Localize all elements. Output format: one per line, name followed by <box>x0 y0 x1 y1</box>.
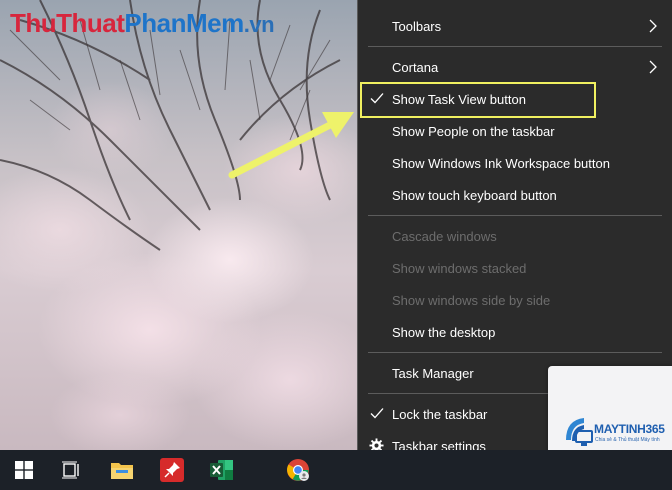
maytinh365-brand: MAYTINH365 <box>594 422 665 436</box>
menu-item-label: Show People on the taskbar <box>392 123 555 139</box>
menu-item-label: Lock the taskbar <box>392 406 488 422</box>
windows-logo-icon <box>15 461 33 479</box>
menu-separator <box>368 352 662 353</box>
task-view-button[interactable] <box>48 450 96 490</box>
taskbar-app-pinned[interactable] <box>148 450 196 490</box>
taskbar-app-excel[interactable] <box>198 450 246 490</box>
chrome-icon <box>287 459 309 481</box>
pushpin-app-icon <box>160 458 184 482</box>
menu-item-toolbars[interactable]: Toolbars <box>358 11 672 41</box>
menu-item-show-people[interactable]: Show People on the taskbar <box>358 116 672 146</box>
menu-item-label: Cascade windows <box>392 228 497 244</box>
taskbar <box>0 450 672 490</box>
menu-item-label: Show Windows Ink Workspace button <box>392 155 610 171</box>
folder-icon <box>111 463 133 479</box>
pointer-arrow-annotation <box>228 112 354 179</box>
excel-icon <box>210 460 233 480</box>
menu-separator <box>368 46 662 47</box>
menu-item-label: Show the desktop <box>392 324 496 340</box>
maytinh365-tagline: Chia sẻ & Thủ thuật Máy tính <box>595 437 660 443</box>
task-view-icon <box>62 461 79 479</box>
maytinh365-logo-icon <box>566 418 593 446</box>
check-icon <box>370 408 384 419</box>
menu-item-label: Show windows side by side <box>392 292 551 308</box>
menu-item-show-windows-stacked: Show windows stacked <box>358 253 672 283</box>
menu-item-cortana[interactable]: Cortana <box>358 52 672 82</box>
menu-item-show-windows-side-by-side: Show windows side by side <box>358 285 672 315</box>
taskbar-app-chrome[interactable] <box>274 450 322 490</box>
menu-item-show-ink-workspace[interactable]: Show Windows Ink Workspace button <box>358 148 672 178</box>
menu-item-cascade-windows: Cascade windows <box>358 221 672 251</box>
taskbar-app-file-explorer[interactable] <box>98 450 146 490</box>
menu-item-label: Toolbars <box>392 18 442 34</box>
start-button[interactable] <box>0 450 48 490</box>
highlight-box-annotation <box>360 82 596 118</box>
menu-item-label: Show windows stacked <box>392 260 527 276</box>
menu-separator <box>368 215 662 216</box>
menu-item-label: Task Manager <box>392 365 474 381</box>
menu-item-show-desktop[interactable]: Show the desktop <box>358 317 672 347</box>
menu-item-label: Cortana <box>392 59 439 75</box>
chevron-right-icon <box>649 60 657 74</box>
chevron-right-icon <box>649 19 657 33</box>
menu-item-show-touch-keyboard[interactable]: Show touch keyboard button <box>358 180 672 210</box>
menu-item-label: Show touch keyboard button <box>392 187 557 203</box>
